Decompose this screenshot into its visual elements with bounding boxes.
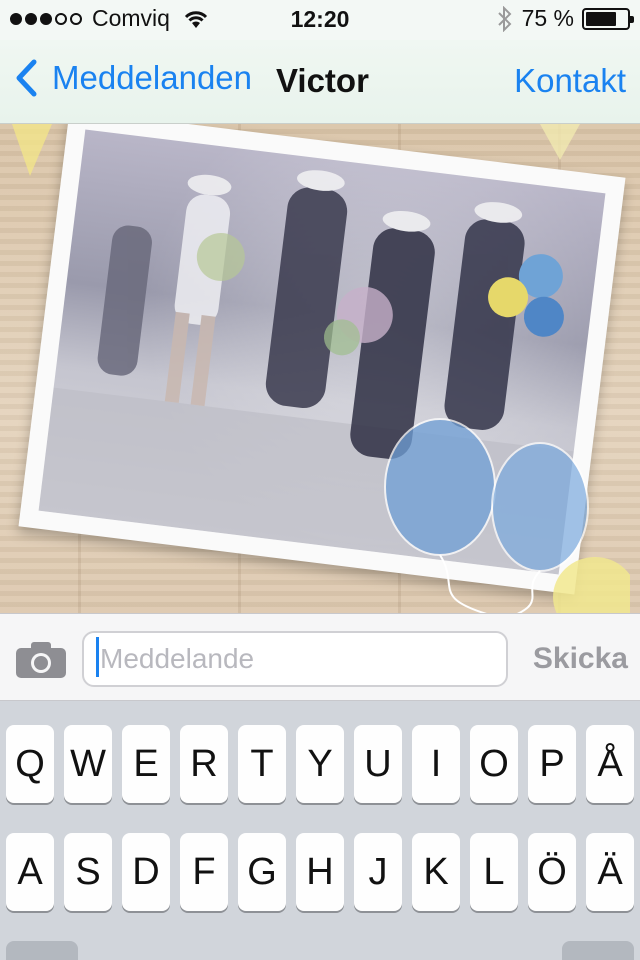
key-r[interactable]: R xyxy=(180,725,228,803)
backspace-key[interactable] xyxy=(562,941,634,960)
key-q[interactable]: Q xyxy=(6,725,54,803)
text-cursor xyxy=(96,637,99,677)
battery-nub xyxy=(630,15,634,23)
key-ö[interactable]: Ö xyxy=(528,833,576,911)
status-bar: Comviq 12:20 75 % xyxy=(0,0,640,40)
key-u[interactable]: U xyxy=(354,725,402,803)
key-o[interactable]: O xyxy=(470,725,518,803)
key-j[interactable]: J xyxy=(354,833,402,911)
status-right: 75 % xyxy=(496,5,634,32)
back-button-label: Meddelanden xyxy=(52,59,252,96)
navigation-bar: Meddelanden Victor Kontakt xyxy=(0,40,640,124)
chevron-left-icon xyxy=(16,59,37,97)
key-s[interactable]: S xyxy=(64,833,112,911)
battery-fill xyxy=(586,11,616,26)
balloon-decoration xyxy=(384,418,630,613)
bluetooth-icon xyxy=(497,5,511,32)
key-d[interactable]: D xyxy=(122,833,170,911)
key-e[interactable]: E xyxy=(122,725,170,803)
key-g[interactable]: G xyxy=(238,833,286,911)
key-w[interactable]: W xyxy=(64,725,112,803)
key-å[interactable]: Å xyxy=(586,725,634,803)
key-y[interactable]: Y xyxy=(296,725,344,803)
contact-button[interactable]: Kontakt xyxy=(514,62,626,100)
send-button[interactable]: Skicka xyxy=(533,642,628,676)
conversation-title: Victor xyxy=(276,62,369,99)
key-f[interactable]: F xyxy=(180,833,228,911)
key-i[interactable]: I xyxy=(412,725,460,803)
battery-percent: 75 % xyxy=(521,5,574,31)
battery-icon xyxy=(582,7,634,30)
key-h[interactable]: H xyxy=(296,833,344,911)
key-p[interactable]: P xyxy=(528,725,576,803)
key-t[interactable]: T xyxy=(238,725,286,803)
camera-icon[interactable] xyxy=(14,640,68,680)
conversation-area[interactable] xyxy=(0,124,640,613)
shift-key[interactable] xyxy=(6,941,78,960)
key-l[interactable]: L xyxy=(470,833,518,911)
key-a[interactable]: A xyxy=(6,833,54,911)
key-ä[interactable]: Ä xyxy=(586,833,634,911)
keyboard: QWERTYUIOPÅ ASDFGHJKLÖÄ xyxy=(0,701,640,960)
message-input[interactable] xyxy=(82,631,508,687)
back-button[interactable]: Meddelanden xyxy=(14,58,252,98)
key-k[interactable]: K xyxy=(412,833,460,911)
